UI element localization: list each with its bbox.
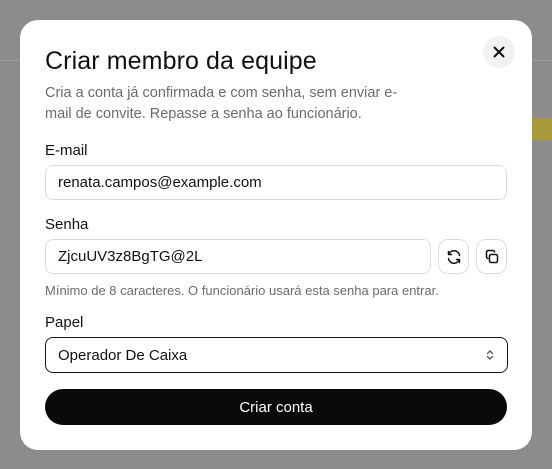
role-label: Papel [45,314,84,331]
role-selected-value: Operador De Caixa [58,346,188,364]
email-label: E-mail [45,142,88,159]
refresh-icon [447,249,460,264]
create-account-button[interactable]: Criar conta [45,389,507,425]
role-select[interactable]: Operador De Caixa [45,337,508,373]
email-field[interactable] [45,165,507,200]
password-field[interactable] [45,239,431,274]
copy-password-button[interactable] [476,239,507,274]
close-button[interactable] [483,36,515,68]
close-icon [493,46,505,58]
create-team-member-dialog: Criar membro da equipe Cria a conta já c… [20,20,532,450]
password-hint: Mínimo de 8 caracteres. O funcionário us… [45,283,439,298]
copy-icon [485,249,498,263]
dialog-title: Criar membro da equipe [45,47,317,75]
dialog-subtitle: Cria a conta já confirmada e com senha, … [45,85,398,122]
regenerate-password-button[interactable] [438,239,469,274]
chevron-up-down-icon [486,350,494,360]
password-label: Senha [45,216,89,233]
